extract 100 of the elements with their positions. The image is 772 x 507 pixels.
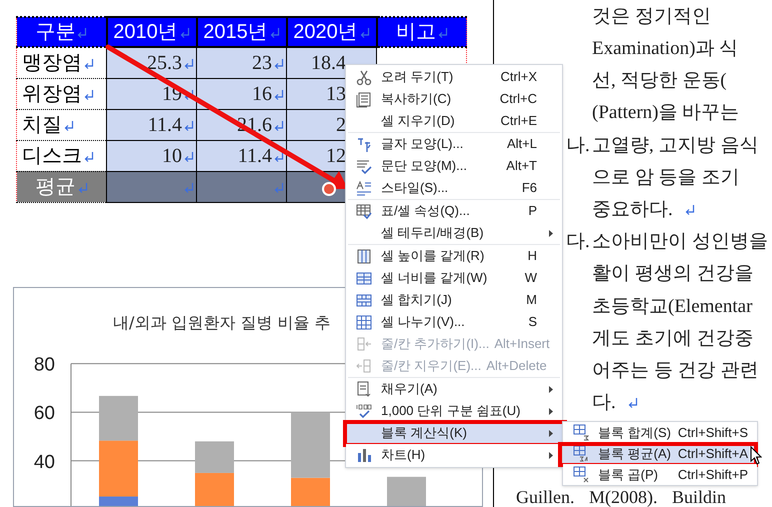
grid-icon <box>573 445 589 462</box>
axis-tick-label: 80 <box>34 354 55 376</box>
paragraph-mark-icon <box>64 120 74 130</box>
row-label: 평균 <box>36 176 76 198</box>
table-check-icon <box>356 202 372 220</box>
text-style-icon <box>356 136 372 152</box>
paragraph-mark-icon <box>184 150 194 162</box>
paragraph-mark-icon <box>360 27 370 38</box>
table-cell: 2 <box>336 114 346 136</box>
body-text: 초등학교(Elementar <box>592 294 752 319</box>
paragraph-mark-icon <box>180 27 190 38</box>
menu-item[interactable]: 셀 합치기(J) M <box>346 289 562 311</box>
column-header: 비고 <box>396 21 436 43</box>
body-text: 게도 초기에 건강중 <box>592 326 754 351</box>
chart-title: 내/외과 입원환자 질병 비율 추 <box>113 312 331 332</box>
body-text: 고열량, 고지방 음식 <box>592 134 758 158</box>
submenu-arrow-icon <box>549 230 553 236</box>
menu-item[interactable]: 셀 나누기(V)... S <box>346 311 562 333</box>
table-cell: 25.3 <box>147 52 182 74</box>
paragraph-mark-icon <box>84 88 94 100</box>
menu-item[interactable]: 글자 모양(L)... Alt+L <box>346 133 562 155</box>
paragraph-mark-icon <box>684 204 695 215</box>
column-header: 2020년 <box>293 21 358 43</box>
axis-tick-label: 40 <box>34 451 55 472</box>
table-cell: 23 <box>252 52 272 74</box>
table-cell: 11.4 <box>148 114 182 136</box>
menu-item[interactable]: 표/셀 속성(Q)... P <box>346 200 562 222</box>
grid-icon <box>573 466 589 483</box>
paragraph-mark-icon <box>628 397 638 408</box>
table-cell: 18.4 <box>311 52 346 74</box>
submenu-arrow-icon <box>549 430 553 436</box>
body-text: 것은 정기적인 <box>592 4 711 29</box>
menu-item[interactable]: 셀 테두리/배경(B) <box>346 222 562 244</box>
table-arrow-icon <box>356 358 372 374</box>
body-text: 으로 암 등을 조기 <box>592 166 740 190</box>
table-cell: 11.4 <box>238 144 272 166</box>
axis-tick-label: 60 <box>34 402 55 424</box>
lines-check-icon <box>356 158 372 174</box>
table-cell: 13 <box>326 82 346 104</box>
table-icon <box>356 314 372 330</box>
paragraph-mark-icon <box>274 150 284 162</box>
paragraph-mark-icon <box>77 27 88 38</box>
stacked-bar <box>195 440 234 506</box>
body-text: 다. <box>592 391 616 416</box>
menu-item[interactable]: 복사하기(C) Ctrl+C <box>346 88 562 110</box>
submenu-arrow-icon <box>549 452 553 458</box>
row-label: 위장염 <box>22 82 82 104</box>
body-text: 중요하다. <box>592 198 673 222</box>
menu-item[interactable]: 셀 높이를 같게(R) H <box>346 245 562 267</box>
row-label: 맹장염 <box>22 52 82 74</box>
paragraph-mark-icon <box>270 27 280 38</box>
menu-item[interactable]: 셀 너비를 같게(W) W <box>346 267 562 289</box>
column-header: 구분 <box>35 21 76 43</box>
table-cell: 10 <box>162 144 182 166</box>
table-icon <box>356 292 372 308</box>
menu-item[interactable]: 문단 모양(M)... Alt+T <box>346 155 562 177</box>
body-text: 활이 평생의 건강을 <box>592 262 754 286</box>
list-marker: 나. <box>566 134 590 156</box>
menu-item[interactable]: 1,000 단위 구분 쉼표(U) <box>346 400 562 422</box>
paragraph-mark-icon <box>274 182 284 192</box>
column-header: 2010년 <box>113 21 178 43</box>
paragraph-mark-icon <box>438 27 448 38</box>
menu-item[interactable]: 채우기(A) <box>346 378 562 400</box>
comma-check-icon <box>356 402 372 420</box>
menu-item[interactable]: 블록 합계(S) Ctrl+Shift+S <box>563 422 757 443</box>
paragraph-mark-icon <box>274 58 284 69</box>
table-cell: 12 <box>326 144 346 166</box>
paragraph-mark-icon <box>184 88 194 100</box>
style-icon <box>356 180 372 196</box>
stacked-bar <box>387 476 426 506</box>
body-text: 선, 적당한 운동( <box>592 69 727 94</box>
reference-text: Guillen. M(2008). Buildin <box>516 487 726 507</box>
list-marker: 다. <box>566 231 590 252</box>
paragraph-mark-icon <box>184 182 194 192</box>
row-label: 디스크 <box>22 144 82 166</box>
submenu-arrow-icon <box>549 408 553 414</box>
column-header: 2015년 <box>203 21 268 43</box>
body-text: 어주는 등 건강 관련 <box>592 358 758 383</box>
body-text: 소아비만이 성인병을 <box>592 230 768 254</box>
mouse-pointer-icon <box>750 446 762 465</box>
menu-item[interactable]: 블록 곱(P) Ctrl+Shift+P <box>563 464 757 485</box>
paragraph-mark-icon <box>84 58 94 69</box>
table-cell: 16 <box>252 82 272 104</box>
bar-chart-icon <box>356 446 372 464</box>
menu-item[interactable]: 스타일(S)... F6 <box>346 177 562 199</box>
scissors-icon <box>356 68 372 86</box>
table-icon <box>356 248 372 264</box>
body-text: (Pattern)을 바꾸는 <box>592 101 740 126</box>
table-icon <box>356 270 372 286</box>
document-icon <box>356 90 372 108</box>
paragraph-mark-icon <box>84 150 94 162</box>
paragraph-mark-icon <box>184 120 194 130</box>
submenu-arrow-icon <box>549 386 553 392</box>
menu-item[interactable]: 셀 지우기(D) Ctrl+E <box>346 110 562 132</box>
table-arrow-icon <box>356 336 372 352</box>
paragraph-mark-icon <box>184 58 194 69</box>
menu-item[interactable]: 오려 두기(T) Ctrl+X <box>346 66 562 88</box>
body-text: Examination)과 식 <box>592 37 738 62</box>
grid-icon <box>573 424 589 441</box>
paragraph-mark-icon <box>78 182 88 192</box>
